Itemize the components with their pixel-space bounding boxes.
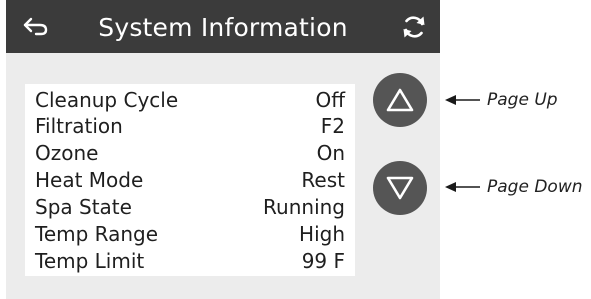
info-label: Temp Limit [35,249,145,273]
info-value: Rest [301,168,345,192]
info-row-temp-limit: Temp Limit 99 F [25,248,355,274]
info-label: Heat Mode [35,168,144,192]
refresh-icon [403,16,425,38]
title-bar: System Information [6,0,440,53]
info-label: Filtration [35,114,123,138]
info-value: Running [263,195,345,219]
arrow-left-icon [445,95,480,105]
info-row-heat-mode: Heat Mode Rest [25,167,355,193]
page-up-callout: Page Up [445,90,558,110]
info-label: Spa State [35,195,132,219]
page-up-label: Page Up [487,90,558,110]
refresh-button[interactable] [398,11,430,43]
arrow-left-icon [445,182,480,192]
info-label: Ozone [35,141,99,165]
info-row-cleanup-cycle: Cleanup Cycle Off [25,87,355,113]
triangle-down-icon [386,176,414,200]
info-row-ozone: Ozone On [25,140,355,166]
page-down-button[interactable] [373,161,427,215]
system-info-list: Cleanup Cycle Off Filtration F2 Ozone On… [25,84,355,276]
info-value: Off [315,88,345,112]
page-title: System Information [98,13,348,42]
page-down-callout: Page Down [445,177,583,197]
info-row-temp-range: Temp Range High [25,221,355,247]
info-value: F2 [320,114,345,138]
triangle-up-icon [386,88,414,112]
info-row-spa-state: Spa State Running [25,194,355,220]
page-up-button[interactable] [373,73,427,127]
info-label: Cleanup Cycle [35,88,179,112]
device-screen: System Information Cleanup Cycle Off Fil… [6,0,440,299]
info-row-filtration: Filtration F2 [25,113,355,139]
info-value: High [299,222,345,246]
info-value: On [316,141,345,165]
info-label: Temp Range [35,222,159,246]
info-value: 99 F [301,249,345,273]
page-down-label: Page Down [487,177,583,197]
